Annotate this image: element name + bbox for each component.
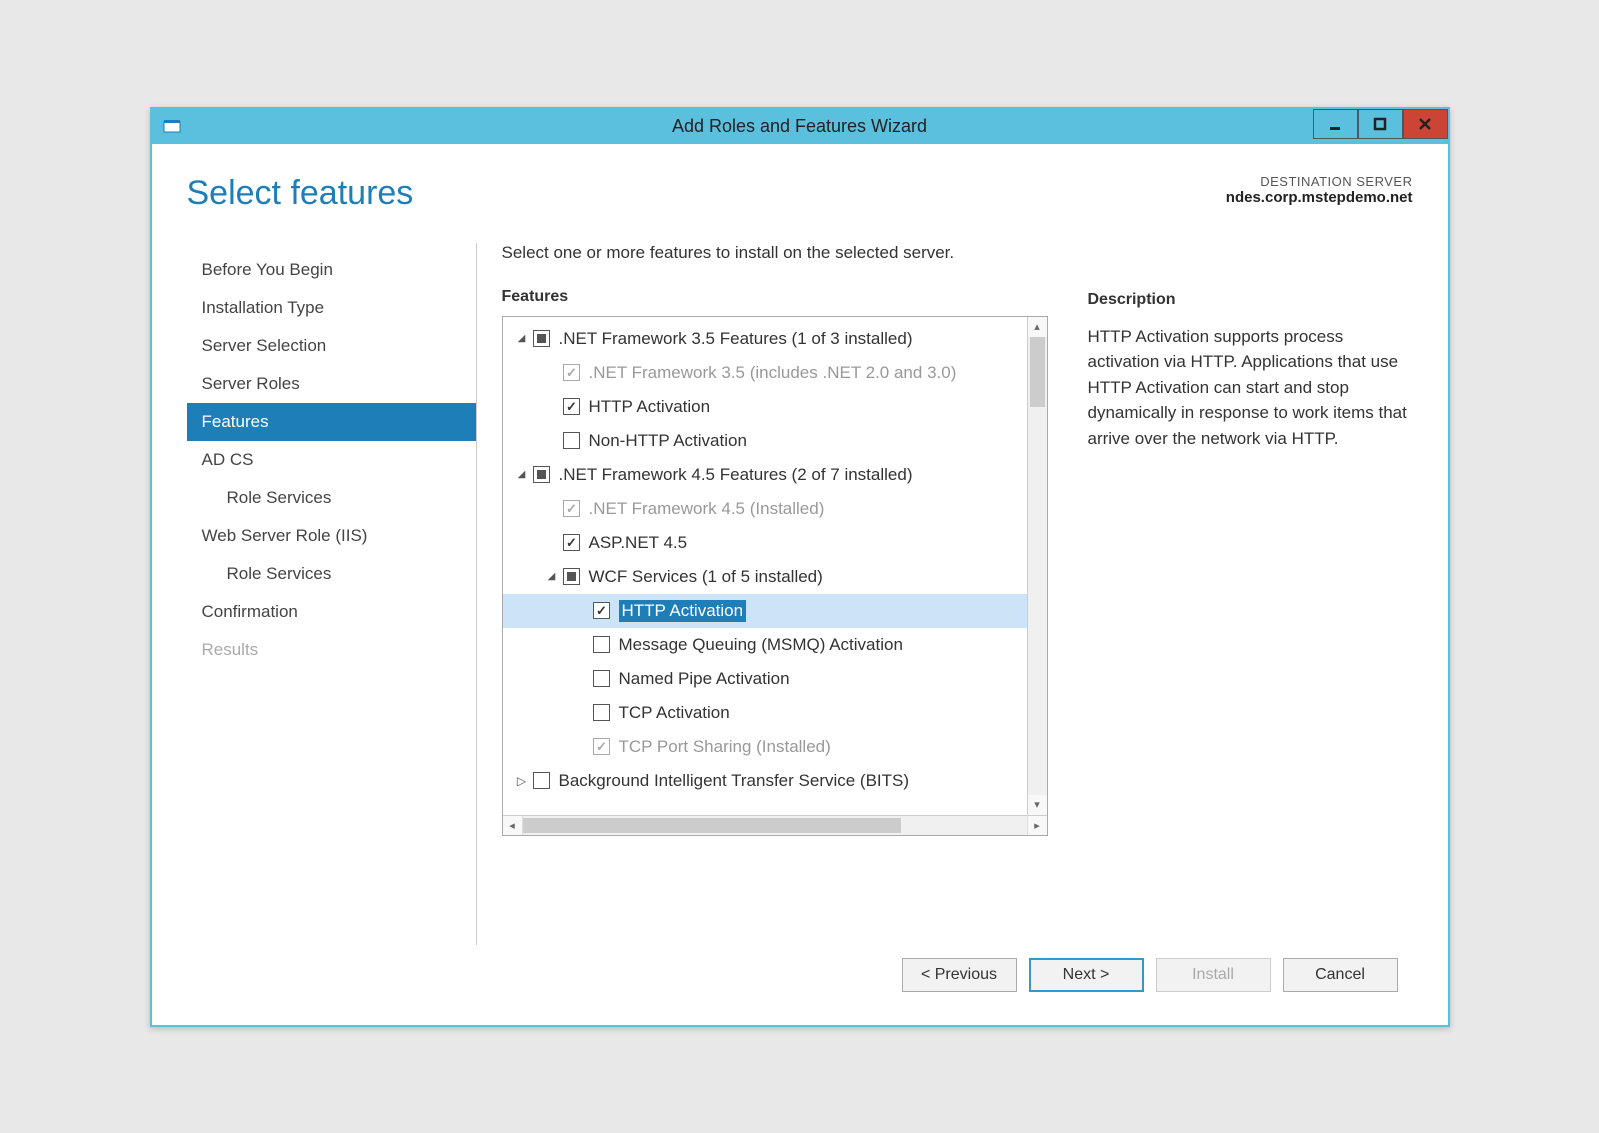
tree-row[interactable]: ◢.NET Framework 4.5 (Installed)	[503, 492, 1027, 526]
tree-item-label: HTTP Activation	[619, 600, 747, 622]
features-tree-container: ◢ .NET Framework 3.5 Features (1 of 3 ins…	[502, 316, 1048, 836]
wizard-window: Add Roles and Features Wizard Select fea…	[150, 107, 1450, 1027]
window-controls	[1313, 109, 1448, 144]
destination-server: ndes.corp.mstepdemo.net	[1226, 189, 1413, 206]
tree-row[interactable]: ◢ WCF Services (1 of 5 installed)	[503, 560, 1027, 594]
window-title: Add Roles and Features Wizard	[152, 116, 1448, 137]
next-button[interactable]: Next >	[1029, 958, 1144, 992]
sidebar-step-9[interactable]: Confirmation	[187, 593, 476, 631]
destination-label: DESTINATION SERVER	[1226, 174, 1413, 189]
description-text: HTTP Activation supports process activat…	[1088, 324, 1413, 452]
tree-item-label: Named Pipe Activation	[619, 669, 790, 689]
intro-text: Select one or more features to install o…	[502, 243, 1048, 263]
tree-item-label: .NET Framework 3.5 (includes .NET 2.0 an…	[589, 363, 957, 383]
checkbox[interactable]	[593, 602, 610, 619]
checkbox	[563, 500, 580, 517]
checkbox	[563, 364, 580, 381]
expander-expanded-icon[interactable]: ◢	[513, 469, 531, 480]
tree-item-label: .NET Framework 4.5 (Installed)	[589, 499, 825, 519]
tree-row[interactable]: ◢ASP.NET 4.5	[503, 526, 1027, 560]
tree-item-label: TCP Port Sharing (Installed)	[619, 737, 831, 757]
wizard-footer: < Previous Next > Install Cancel	[187, 945, 1413, 1005]
scroll-right-arrow[interactable]: ▸	[1027, 816, 1047, 835]
sidebar-step-8[interactable]: Role Services	[187, 555, 476, 593]
previous-button[interactable]: < Previous	[902, 958, 1017, 992]
checkbox[interactable]	[533, 330, 550, 347]
wizard-steps-sidebar: Before You BeginInstallation TypeServer …	[187, 243, 477, 945]
tree-row[interactable]: ◢ .NET Framework 4.5 Features (2 of 7 ins…	[503, 458, 1027, 492]
features-tree[interactable]: ◢ .NET Framework 3.5 Features (1 of 3 ins…	[503, 317, 1027, 815]
expander-expanded-icon[interactable]: ◢	[543, 571, 561, 582]
tree-row[interactable]: ◢TCP Port Sharing (Installed)	[503, 730, 1027, 764]
tree-row[interactable]: ◢HTTP Activation	[503, 390, 1027, 424]
tree-item-label: Non-HTTP Activation	[589, 431, 747, 451]
tree-row[interactable]: ◢HTTP Activation	[503, 594, 1027, 628]
sidebar-step-7[interactable]: Web Server Role (IIS)	[187, 517, 476, 555]
tree-row[interactable]: ◢ .NET Framework 3.5 Features (1 of 3 ins…	[503, 322, 1027, 356]
sidebar-step-1[interactable]: Installation Type	[187, 289, 476, 327]
checkbox[interactable]	[593, 636, 610, 653]
checkbox[interactable]	[563, 432, 580, 449]
tree-item-label: Message Queuing (MSMQ) Activation	[619, 635, 903, 655]
horizontal-scrollbar[interactable]: ◂ ▸	[503, 815, 1047, 835]
checkbox[interactable]	[563, 534, 580, 551]
tree-item-label: ASP.NET 4.5	[589, 533, 688, 553]
content-area: Select features DESTINATION SERVER ndes.…	[152, 144, 1448, 1025]
expander-collapsed-icon[interactable]: ▷	[513, 774, 531, 788]
destination-block: DESTINATION SERVER ndes.corp.mstepdemo.n…	[1226, 174, 1413, 206]
features-label: Features	[502, 288, 1048, 306]
scroll-up-arrow[interactable]: ▴	[1028, 317, 1047, 337]
expander-expanded-icon[interactable]: ◢	[513, 333, 531, 344]
tree-row[interactable]: ◢Non-HTTP Activation	[503, 424, 1027, 458]
sidebar-step-10: Results	[187, 631, 476, 669]
sidebar-step-2[interactable]: Server Selection	[187, 327, 476, 365]
app-icon	[160, 114, 184, 138]
tree-row[interactable]: ◢TCP Activation	[503, 696, 1027, 730]
titlebar[interactable]: Add Roles and Features Wizard	[152, 109, 1448, 144]
install-button: Install	[1156, 958, 1271, 992]
sidebar-step-0[interactable]: Before You Begin	[187, 251, 476, 289]
sidebar-step-6[interactable]: Role Services	[187, 479, 476, 517]
maximize-button[interactable]	[1358, 109, 1403, 139]
checkbox[interactable]	[593, 670, 610, 687]
page-title: Select features	[187, 174, 414, 213]
checkbox	[593, 738, 610, 755]
vertical-scrollbar[interactable]: ▴ ▾	[1027, 317, 1047, 815]
tree-row[interactable]: ▷ Background Intelligent Transfer Service…	[503, 764, 1027, 798]
checkbox[interactable]	[533, 466, 550, 483]
sidebar-step-3[interactable]: Server Roles	[187, 365, 476, 403]
sidebar-step-5[interactable]: AD CS	[187, 441, 476, 479]
tree-item-label: .NET Framework 3.5 Features (1 of 3 inst…	[559, 329, 913, 349]
tree-row[interactable]: ◢Named Pipe Activation	[503, 662, 1027, 696]
tree-row[interactable]: ◢Message Queuing (MSMQ) Activation	[503, 628, 1027, 662]
tree-item-label: .NET Framework 4.5 Features (2 of 7 inst…	[559, 465, 913, 485]
checkbox[interactable]	[563, 398, 580, 415]
tree-item-label: WCF Services (1 of 5 installed)	[589, 567, 823, 587]
scroll-down-arrow[interactable]: ▾	[1028, 795, 1047, 815]
checkbox[interactable]	[563, 568, 580, 585]
checkbox[interactable]	[593, 704, 610, 721]
scroll-left-arrow[interactable]: ◂	[503, 816, 523, 835]
close-button[interactable]	[1403, 109, 1448, 139]
tree-item-label: HTTP Activation	[589, 397, 711, 417]
tree-item-label: Background Intelligent Transfer Service …	[559, 771, 910, 791]
tree-row[interactable]: ◢.NET Framework 3.5 (includes .NET 2.0 a…	[503, 356, 1027, 390]
tree-item-label: TCP Activation	[619, 703, 730, 723]
description-label: Description	[1088, 291, 1413, 309]
sidebar-step-4[interactable]: Features	[187, 403, 476, 441]
cancel-button[interactable]: Cancel	[1283, 958, 1398, 992]
vertical-scroll-thumb[interactable]	[1030, 337, 1045, 407]
horizontal-scroll-thumb[interactable]	[523, 818, 901, 833]
checkbox[interactable]	[533, 772, 550, 789]
minimize-button[interactable]	[1313, 109, 1358, 139]
